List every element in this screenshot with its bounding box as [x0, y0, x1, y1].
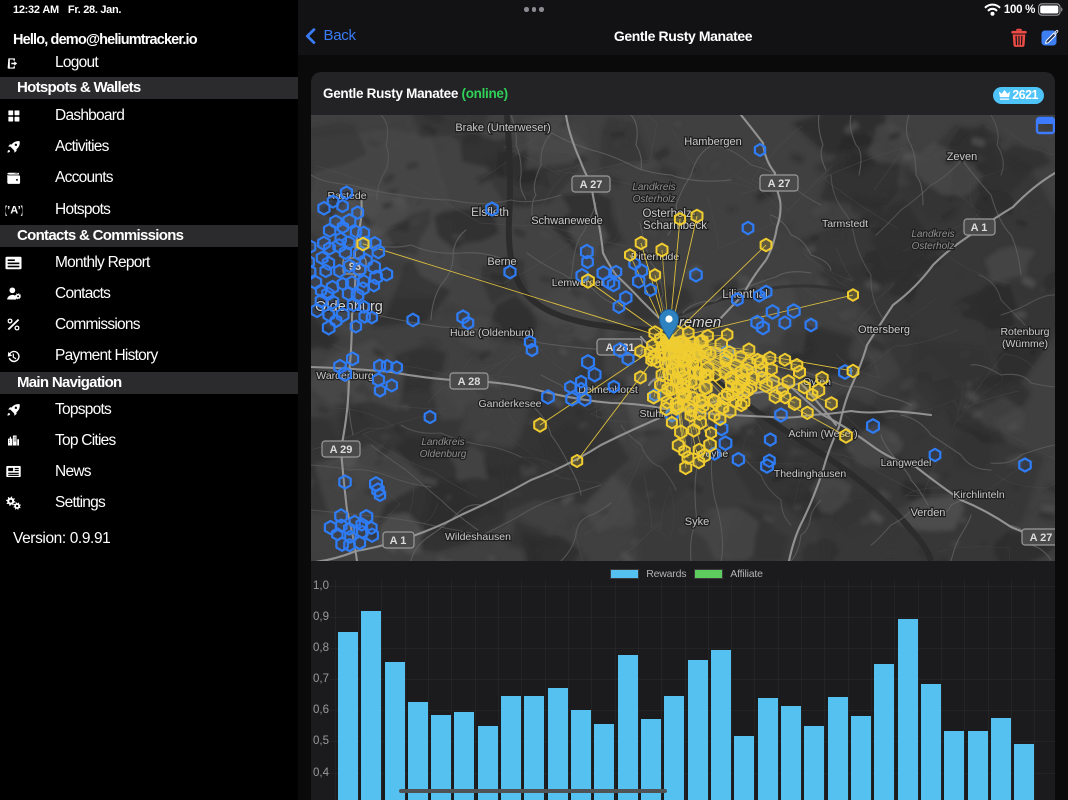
svg-text:A 27: A 27 — [580, 179, 603, 191]
svg-text:A 29: A 29 — [330, 444, 353, 456]
svg-text:Hambergen: Hambergen — [684, 136, 741, 148]
svg-text:Landkreis: Landkreis — [911, 229, 954, 240]
svg-text:Wildeshausen: Wildeshausen — [445, 531, 511, 543]
svg-text:Oldenburg: Oldenburg — [420, 449, 467, 460]
svg-text:Osterholz-: Osterholz- — [642, 208, 695, 220]
svg-text:Osterholz: Osterholz — [633, 194, 676, 205]
svg-text:Tarmstedt: Tarmstedt — [822, 218, 868, 230]
svg-text:Rotenburg: Rotenburg — [1000, 326, 1049, 338]
svg-text:Kirchlinteln: Kirchlinteln — [953, 489, 1005, 501]
svg-text:Ottersberg: Ottersberg — [858, 324, 910, 336]
svg-text:Brake (Unterweser): Brake (Unterweser) — [455, 122, 550, 134]
svg-text:A 1: A 1 — [390, 535, 407, 547]
svg-text:Ganderkesee: Ganderkesee — [478, 398, 541, 410]
svg-text:Landkreis: Landkreis — [632, 182, 675, 193]
svg-text:Syke: Syke — [685, 516, 709, 528]
svg-text:A 28: A 28 — [458, 376, 481, 388]
svg-text:Schwanewede: Schwanewede — [531, 215, 603, 227]
svg-text:(’A’): (’A’) — [5, 204, 22, 216]
svg-text:Verden: Verden — [911, 507, 946, 519]
svg-text:A 27: A 27 — [768, 178, 791, 190]
svg-text:(Wümme): (Wümme) — [1002, 338, 1048, 350]
svg-text:Thedinghausen: Thedinghausen — [774, 468, 847, 480]
svg-text:Osterholz: Osterholz — [912, 241, 955, 252]
svg-text:Langwedel: Langwedel — [881, 457, 932, 469]
svg-text:Landkreis: Landkreis — [421, 437, 464, 448]
svg-text:Hude (Oldenburg): Hude (Oldenburg) — [450, 327, 534, 339]
svg-text:A 1: A 1 — [971, 222, 988, 234]
svg-text:A 27: A 27 — [1030, 532, 1053, 544]
svg-text:Zeven: Zeven — [947, 151, 978, 163]
